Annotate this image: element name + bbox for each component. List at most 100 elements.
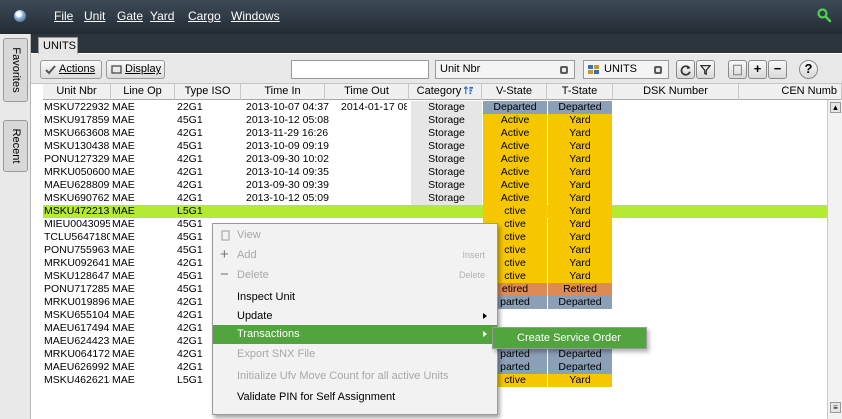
col-time-out[interactable]: Time Out [325, 84, 409, 100]
cell-v-state: Active [483, 192, 547, 205]
cell-time-in: 2013-10-09 09:19 [246, 140, 329, 152]
refresh-button[interactable] [676, 60, 695, 79]
table-row[interactable]: MAEU6288099 MAE 42G1 2013-09-30 09:39 Storag… [43, 179, 827, 192]
col-line-op[interactable]: Line Op [111, 84, 175, 100]
cell-line-op: MAE [112, 231, 135, 243]
menu-item-delete[interactable]: − Delete Delete [213, 266, 497, 285]
help-button[interactable]: ? [799, 60, 818, 79]
search-icon[interactable] [816, 7, 832, 23]
minus-icon: − [773, 61, 782, 76]
cell-line-op: MAE [112, 166, 135, 178]
display-button[interactable]: Display [106, 60, 165, 79]
menu-item-update[interactable]: Update [213, 307, 497, 326]
menu-item-validate-pin[interactable]: Validate PIN for Self Assignment [213, 388, 497, 407]
cell-line-op: MAE [112, 270, 135, 282]
table-row[interactable]: MSKU9178597 MAE 45G1 2013-10-12 05:08 Storag… [43, 114, 827, 127]
table-header: Unit Nbr Line Op Type ISO Time In Time O… [43, 84, 842, 100]
menu-windows[interactable]: Windows [231, 9, 280, 23]
filter-button[interactable] [696, 60, 715, 79]
cell-unit-nbr: PONU1273290 [44, 153, 110, 165]
plus-icon: + [220, 246, 229, 263]
remove-button[interactable]: − [768, 60, 787, 79]
cell-t-state: Yard [548, 374, 612, 387]
submenu-arrow-icon [483, 331, 487, 337]
cell-line-op: MAE [112, 179, 135, 191]
scroll-up-icon[interactable]: ▲ [830, 102, 841, 113]
actions-button[interactable]: Actions [40, 60, 102, 79]
field-select[interactable]: Unit Nbr [435, 60, 575, 79]
col-category[interactable]: Category [409, 84, 482, 100]
cell-t-state: Yard [548, 192, 612, 205]
col-v-state[interactable]: V-State [482, 84, 547, 100]
cell-time-out [341, 127, 407, 140]
scroll-down-icon[interactable]: ≡ [830, 402, 841, 413]
cell-line-op: MAE [112, 192, 135, 204]
cell-unit-nbr: MRKU0641728 [44, 348, 110, 360]
cell-line-op: MAE [112, 348, 135, 360]
add-button[interactable]: + [748, 60, 767, 79]
cell-t-state: Yard [548, 166, 612, 179]
cell-category: Storage [411, 153, 482, 166]
menu-item-create-service-order-label: Create Service Order [517, 332, 621, 344]
table-row[interactable]: MSKU1304385 MAE 45G1 2013-10-09 09:19 Storag… [43, 140, 827, 153]
cell-line-op: MAE [112, 322, 135, 334]
tab-recent[interactable]: Recent [3, 120, 28, 172]
menu-item-create-service-order[interactable]: Create Service Order [493, 328, 646, 348]
menu-cargo[interactable]: Cargo [188, 9, 221, 23]
col-cen-number[interactable]: CEN Numb [739, 84, 842, 100]
menu-item-export-snx[interactable]: Export SNX File [213, 345, 497, 364]
plus-icon: + [753, 61, 762, 76]
view-record-button[interactable] [728, 60, 747, 79]
cell-t-state: Yard [548, 270, 612, 283]
col-unit-nbr[interactable]: Unit Nbr [43, 84, 111, 100]
menu-yard[interactable]: Yard [150, 9, 174, 23]
search-input[interactable] [291, 60, 429, 79]
menu-item-update-label: Update [237, 310, 273, 322]
menu-item-view[interactable]: View [213, 226, 497, 245]
tab-units[interactable]: UNITS [38, 37, 78, 54]
cell-type-iso: 45G1 [177, 114, 203, 126]
display-icon [111, 65, 122, 74]
cell-t-state: Yard [548, 153, 612, 166]
table-row[interactable]: MSKU4722136 MAE L5G1 ctive Yard [43, 205, 827, 218]
cell-type-iso: 42G1 [177, 127, 203, 139]
page-icon [733, 64, 742, 76]
cell-unit-nbr: MAEU6269925 [44, 361, 110, 373]
cell-time-out [341, 114, 407, 127]
menu-file[interactable]: File [54, 9, 73, 23]
field-select-value: Unit Nbr [440, 63, 481, 75]
submenu-arrow-icon [483, 313, 487, 319]
cell-category [411, 205, 482, 218]
menu-unit[interactable]: Unit [84, 9, 105, 23]
cell-line-op: MAE [112, 153, 135, 165]
cell-type-iso: 42G1 [177, 153, 203, 165]
cell-unit-nbr: MSKU6907627 [44, 192, 110, 204]
menu-item-inspect-unit[interactable]: Inspect Unit [213, 288, 497, 307]
table-row[interactable]: MSKU7229329 MAE 22G1 2013-10-07 04:37 2014-0… [43, 101, 827, 114]
cell-unit-nbr: MSKU6636084 [44, 127, 110, 139]
vertical-scrollbar[interactable]: ▲ ≡ [827, 100, 842, 419]
col-type-iso[interactable]: Type ISO [175, 84, 241, 100]
table-row[interactable]: MRKU0506008 MAE 42G1 2013-10-14 09:35 Storag… [43, 166, 827, 179]
col-t-state[interactable]: T-State [547, 84, 613, 100]
table-row[interactable]: MSKU6907627 MAE 42G1 2013-10-12 05:09 Storag… [43, 192, 827, 205]
cell-type-iso: 42G1 [177, 166, 203, 178]
menu-item-transactions[interactable]: Transactions [213, 325, 497, 344]
cell-unit-nbr: PONU7172856 [44, 283, 110, 295]
entity-select-value: UNITS [604, 63, 637, 75]
menu-gate[interactable]: Gate [117, 9, 143, 23]
cell-t-state: Yard [548, 257, 612, 270]
col-dsk-number[interactable]: DSK Number [613, 84, 739, 100]
menu-item-add[interactable]: + Add Insert [213, 246, 497, 265]
cell-unit-nbr: PONU7559634 [44, 244, 110, 256]
col-time-in[interactable]: Time In [241, 84, 325, 100]
table-row[interactable]: MSKU6636084 MAE 42G1 2013-11-29 16:26 Storag… [43, 127, 827, 140]
entity-select[interactable]: UNITS [583, 60, 669, 79]
table-row[interactable]: PONU1273290 MAE 42G1 2013-09-30 10:02 Storag… [43, 153, 827, 166]
cell-t-state: Yard [548, 205, 612, 218]
cell-t-state: Yard [548, 218, 612, 231]
cell-line-op: MAE [112, 101, 135, 113]
cell-line-op: MAE [112, 309, 135, 321]
menu-item-initialize-ufv[interactable]: Initialize Ufv Move Count for all active… [213, 367, 497, 386]
tab-favorites[interactable]: Favorites [3, 38, 28, 102]
